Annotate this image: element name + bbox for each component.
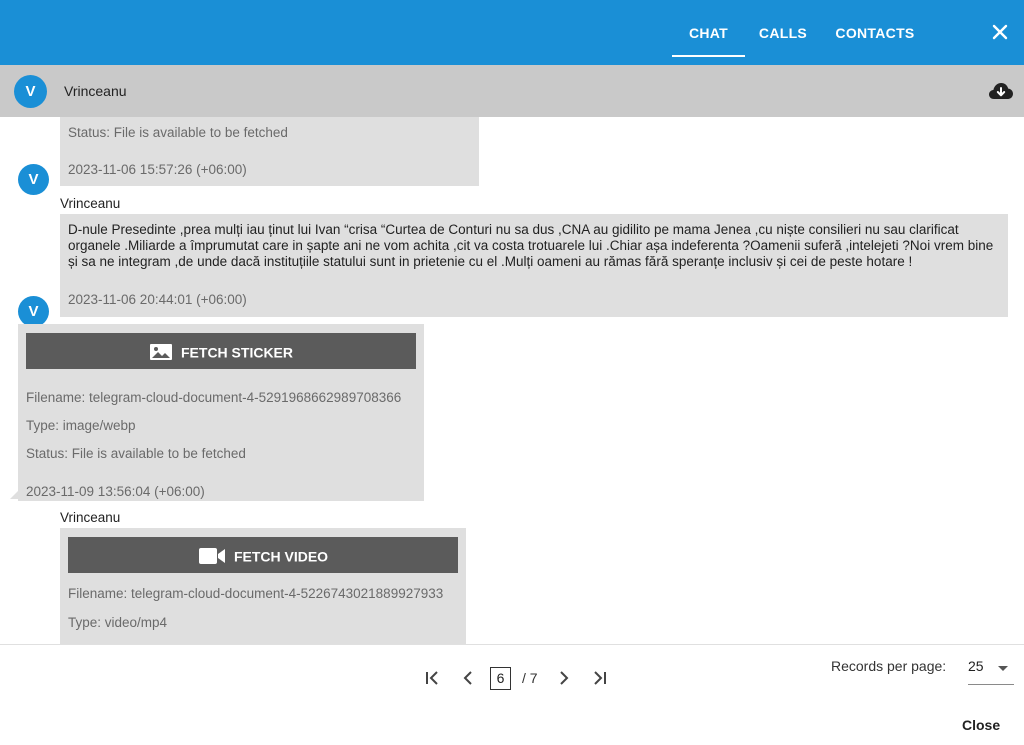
message-bubble: FETCH VIDEO Filename: telegram-cloud-doc… [60, 528, 466, 644]
file-type: Type: image/webp [26, 418, 136, 433]
last-page-icon[interactable] [590, 669, 608, 687]
message-list[interactable]: Status: File is available to be fetched … [0, 117, 1024, 644]
top-bar: CHAT CALLS CONTACTS [0, 0, 1024, 65]
message-timestamp: 2023-11-06 15:57:26 (+06:00) [68, 162, 247, 177]
file-name: Filename: telegram-cloud-document-4-5291… [26, 390, 402, 405]
pagination-bar: 6 / 7 Records per page: 25 [0, 644, 1024, 698]
chat-header: V Vrinceanu [0, 65, 1024, 117]
current-page-input[interactable]: 6 [490, 667, 511, 690]
bubble-tail [10, 489, 20, 499]
cloud-download-icon[interactable] [988, 80, 1014, 102]
message-timestamp: 2023-11-09 13:56:04 (+06:00) [26, 484, 205, 499]
records-per-page-label: Records per page: [831, 658, 947, 674]
chat-title: Vrinceanu [64, 83, 127, 99]
avatar: V [14, 75, 47, 108]
records-per-page-select[interactable]: 25 [968, 655, 1014, 685]
fetch-video-label: FETCH VIDEO [233, 548, 329, 565]
chevron-down-icon [998, 666, 1008, 671]
file-name: Filename: telegram-cloud-document-4-5226… [68, 586, 444, 601]
fetch-sticker-button[interactable]: FETCH STICKER [26, 333, 416, 369]
tab-calls[interactable]: CALLS [752, 0, 814, 65]
file-type: Type: video/mp4 [68, 615, 168, 630]
message-bubble: D-nule Presedinte ,prea mulți iau ținut … [60, 214, 1008, 317]
total-pages: / 7 [522, 670, 538, 686]
records-per-page-value: 25 [968, 658, 984, 674]
avatar: V [18, 164, 49, 195]
close-icon[interactable] [988, 20, 1012, 44]
video-camera-icon [198, 548, 225, 565]
message-text: D-nule Presedinte ,prea mulți iau ținut … [68, 222, 994, 269]
first-page-icon[interactable] [424, 669, 442, 687]
fetch-sticker-label: FETCH STICKER [181, 344, 293, 361]
message-timestamp: 2023-11-06 20:44:01 (+06:00) [68, 292, 247, 307]
next-page-icon[interactable] [555, 669, 573, 687]
tab-chat[interactable]: CHAT [672, 0, 745, 65]
file-status: Status: File is available to be fetched [26, 446, 246, 461]
close-button[interactable]: Close [962, 717, 1000, 733]
tab-contacts[interactable]: CONTACTS [828, 0, 922, 65]
message-bubble: FETCH STICKER Filename: telegram-cloud-d… [18, 324, 424, 501]
file-status: Status: File is available to be fetched [68, 125, 288, 140]
fetch-video-button[interactable]: FETCH VIDEO [68, 537, 458, 573]
message-bubble: Status: File is available to be fetched … [60, 117, 479, 186]
sender-name: Vrinceanu [60, 196, 121, 211]
avatar: V [18, 296, 49, 327]
image-icon [150, 344, 172, 361]
sender-name: Vrinceanu [60, 510, 121, 525]
previous-page-icon[interactable] [459, 669, 477, 687]
